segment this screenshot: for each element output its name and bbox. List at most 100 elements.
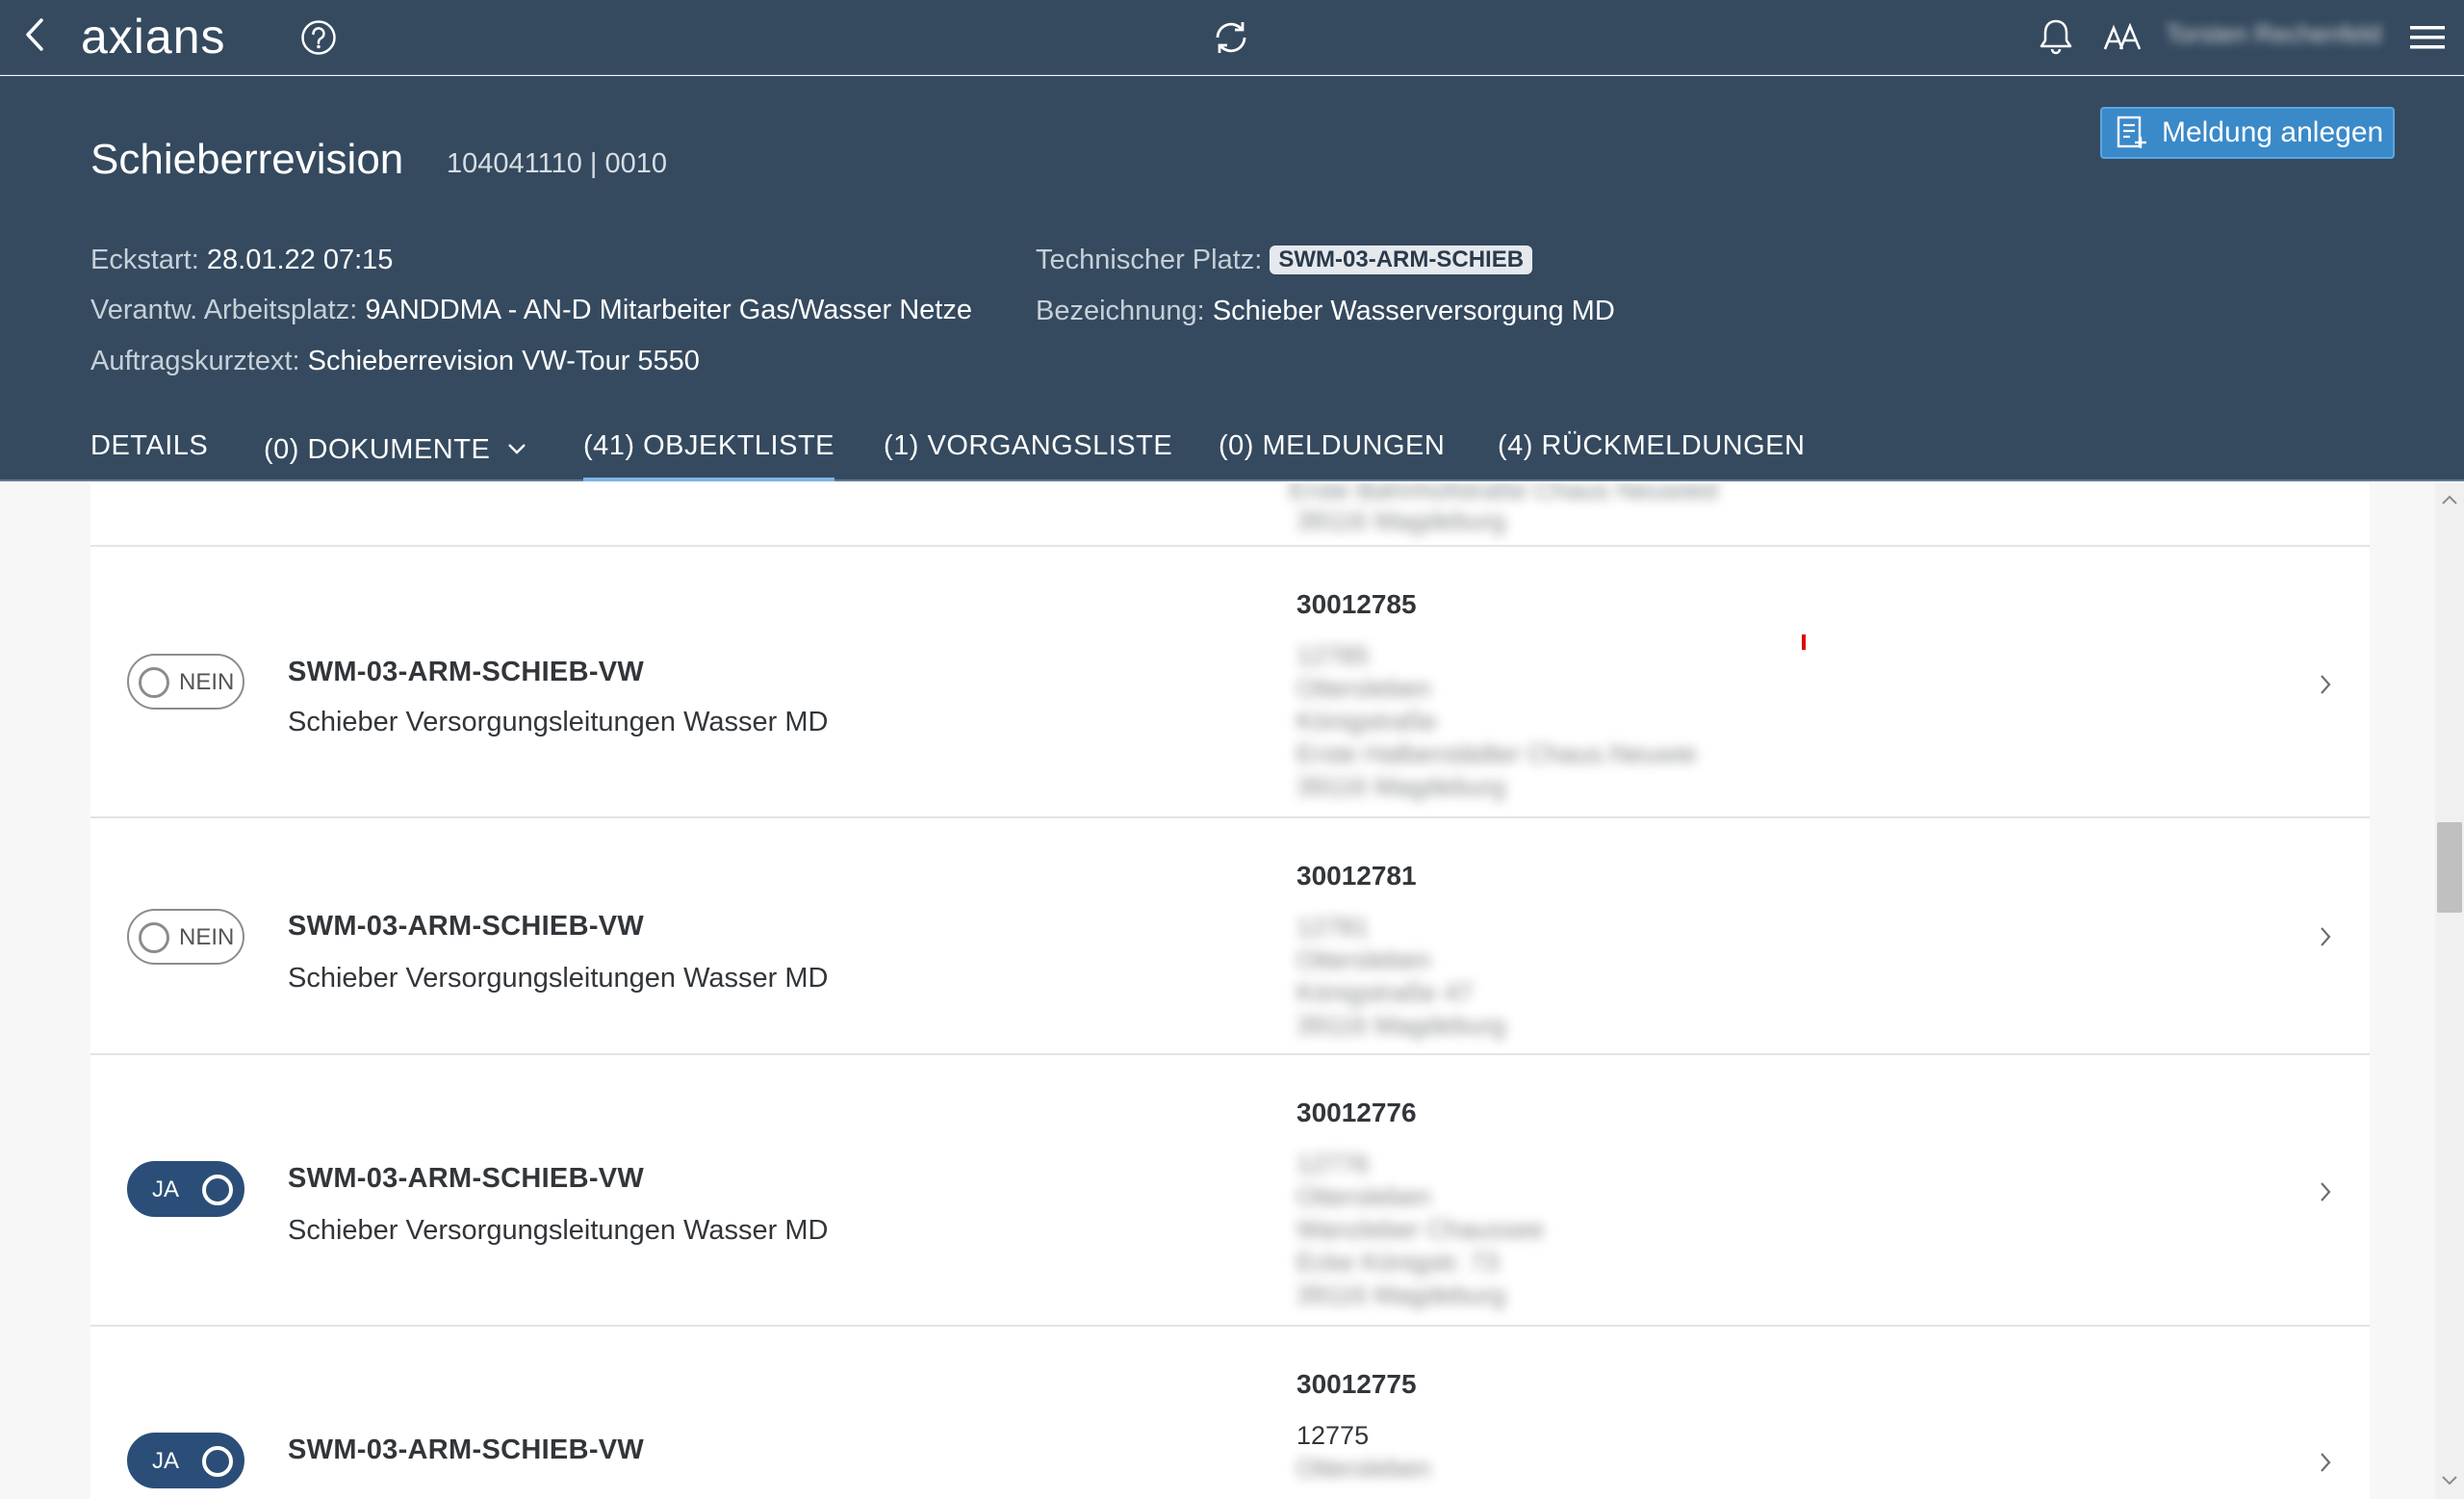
tab-meldungen[interactable]: (0) MELDUNGEN <box>1219 425 1445 481</box>
attr-eckstart-value: 28.01.22 07:15 <box>206 245 394 275</box>
item-description: Schieber Versorgungsleitungen Wasser MD <box>288 1215 829 1246</box>
status-toggle[interactable]: JA <box>127 1161 244 1217</box>
address-line: 39116 Magdeburg <box>1296 506 1506 535</box>
list-item[interactable]: NEIN SWM-03-ARM-SCHIEB-VW Schieber Verso… <box>90 818 2370 1055</box>
create-notification-icon <box>2116 115 2148 151</box>
toggle-label: JA <box>152 1448 180 1474</box>
list-item[interactable]: JA SWM-03-ARM-SCHIEB-VW Schieber Versorg… <box>90 1055 2370 1327</box>
address-line: 39116 Magdeburg <box>1296 772 1506 801</box>
attr-eckstart: Eckstart: 28.01.22 07:15 <box>90 243 393 277</box>
tab-details[interactable]: DETAILS <box>90 425 208 481</box>
shell-bar: axians Torsten Rechenfeld <box>0 0 2464 75</box>
attr-arbeitsplatz-label: Verantw. Arbeitsplatz: <box>90 295 358 325</box>
address-line: Königstraße <box>1296 707 1437 736</box>
attr-tech-platz: Technischer Platz: SWM-03-ARM-SCHIEB <box>1036 243 1533 277</box>
item-number: 30012785 <box>1296 589 1417 619</box>
address-line: Ottersleben <box>1296 945 1431 974</box>
status-toggle[interactable]: NEIN <box>127 909 244 965</box>
address-line: 39116 Magdeburg <box>1296 1280 1506 1309</box>
object-list: Erste Bahnhofstraße Chaus Neuwied 39116 … <box>90 483 2370 1499</box>
scroll-up-icon[interactable] <box>2435 487 2464 512</box>
app-root: axians Torsten Rechenfeld Schieberrevisi… <box>0 0 2464 1499</box>
vertical-scrollbar[interactable] <box>2435 483 2464 1499</box>
list-item-partial[interactable]: Erste Bahnhofstraße Chaus Neuwied 39116 … <box>90 483 2370 547</box>
tab-details-label: DETAILS <box>90 430 209 461</box>
item-description: Schieber Versorgungsleitungen Wasser MD <box>288 707 829 737</box>
item-number: 30012775 <box>1296 1369 1417 1399</box>
sync-icon[interactable] <box>1207 13 1255 62</box>
notification-bell-icon[interactable] <box>2033 13 2079 60</box>
back-arrow-icon[interactable] <box>13 13 56 56</box>
tech-platz-badge[interactable]: SWM-03-ARM-SCHIEB <box>1270 246 1533 274</box>
item-number: 30012776 <box>1296 1098 1417 1127</box>
tab-vorgangsliste-label: (1) VORGANGSLISTE <box>884 430 1173 461</box>
attr-kurztext: Auftragskurztext: Schieberrevision VW-To… <box>90 344 700 378</box>
page-title: Schieberrevision <box>90 136 404 183</box>
toggle-knob <box>139 922 169 953</box>
address-line: 12776 <box>1296 1150 1370 1178</box>
attr-arbeitsplatz: Verantw. Arbeitsplatz: 9ANDDMA - AN-D Mi… <box>90 293 972 327</box>
chevron-right-icon[interactable] <box>2314 670 2337 699</box>
tab-dokumente[interactable]: (0) DOKUMENTE <box>264 425 526 481</box>
item-title: SWM-03-ARM-SCHIEB-VW <box>288 657 645 687</box>
tab-vorgangsliste[interactable]: (1) VORGANGSLISTE <box>884 425 1172 481</box>
tab-meldungen-label: (0) MELDUNGEN <box>1219 430 1446 461</box>
help-icon[interactable] <box>296 15 341 60</box>
chevron-right-icon[interactable] <box>2314 1448 2337 1477</box>
scroll-thumb[interactable] <box>2437 822 2462 913</box>
tab-dokumente-label: (0) DOKUMENTE <box>264 434 491 465</box>
toggle-knob <box>139 667 169 698</box>
create-notification-label: Meldung anlegen <box>2162 116 2384 148</box>
tab-objektliste-label: (41) OBJEKTLISTE <box>583 430 835 461</box>
list-item[interactable]: NEIN SWM-03-ARM-SCHIEB-VW Schieber Verso… <box>90 547 2370 818</box>
attr-kurztext-label: Auftragskurztext: <box>90 346 300 376</box>
attr-bezeichnung-value: Schieber Wasserversorgung MD <box>1212 296 1615 326</box>
attr-eckstart-label: Eckstart: <box>90 245 199 275</box>
tab-rueckmeldungen-label: (4) RÜCKMELDUNGEN <box>1498 430 1806 461</box>
toggle-knob <box>202 1175 233 1205</box>
tab-rueckmeldungen[interactable]: (4) RÜCKMELDUNGEN <box>1498 425 1805 481</box>
chevron-right-icon[interactable] <box>2314 922 2337 951</box>
toggle-label: NEIN <box>179 924 235 950</box>
create-notification-button[interactable]: Meldung anlegen <box>2100 107 2395 159</box>
attr-kurztext-value: Schieberrevision VW-Tour 5550 <box>307 346 700 376</box>
item-title: SWM-03-ARM-SCHIEB-VW <box>288 1163 645 1194</box>
item-title: SWM-03-ARM-SCHIEB-VW <box>288 911 645 942</box>
address-line: 12785 <box>1296 641 1370 670</box>
user-name[interactable]: Torsten Rechenfeld <box>2166 19 2393 54</box>
hamburger-menu-icon[interactable] <box>2402 13 2452 62</box>
attr-arbeitsplatz-value: 9ANDDMA - AN-D Mitarbeiter Gas/Wasser Ne… <box>365 295 972 325</box>
scroll-down-icon[interactable] <box>2435 1468 2464 1493</box>
toggle-label: NEIN <box>179 669 235 695</box>
address-line: 12781 <box>1296 913 1370 942</box>
address-line: Erste Halberstädter Chaus.Neuwie <box>1296 739 1697 768</box>
toggle-label: JA <box>152 1176 180 1202</box>
item-number: 30012781 <box>1296 861 1417 891</box>
status-toggle[interactable]: JA <box>127 1433 244 1488</box>
address-line: Ottersleben <box>1296 1182 1431 1211</box>
item-title: SWM-03-ARM-SCHIEB-VW <box>288 1434 645 1465</box>
status-toggle[interactable]: NEIN <box>127 654 244 710</box>
chevron-right-icon[interactable] <box>2314 1177 2337 1206</box>
text-size-icon[interactable] <box>2098 13 2146 62</box>
cursor-mark <box>1802 634 1806 650</box>
attr-bezeichnung: Bezeichnung: Schieber Wasserversorgung M… <box>1036 294 1615 328</box>
address-line: Erste Bahnhofstraße Chaus Neuwied <box>1289 483 1718 504</box>
order-number: 104041110 | 0010 <box>447 148 668 179</box>
chevron-down-icon[interactable] <box>507 425 526 467</box>
attr-tech-platz-label: Technischer Platz: <box>1036 245 1263 275</box>
address-line: Ecke Königstr. 73 <box>1296 1248 1500 1277</box>
address-line: Königstraße 47 <box>1296 978 1474 1007</box>
list-item[interactable]: JA SWM-03-ARM-SCHIEB-VW 30012775 12775 O… <box>90 1327 2370 1499</box>
address-line: 39116 Magdeburg <box>1296 1011 1506 1040</box>
address-line: Wanzleber Chaussee <box>1296 1215 1545 1244</box>
object-list-area[interactable]: Erste Bahnhofstraße Chaus Neuwied 39116 … <box>0 483 2464 1499</box>
item-description: Schieber Versorgungsleitungen Wasser MD <box>288 963 829 994</box>
tab-objektliste[interactable]: (41) OBJEKTLISTE <box>583 425 835 481</box>
address-line: Ottersleben <box>1296 1454 1431 1483</box>
address-line: Ottersleben <box>1296 674 1431 703</box>
object-header: Schieberrevision 104041110 | 0010 Meldun… <box>0 76 2464 481</box>
logo[interactable]: axians <box>81 8 226 65</box>
address-line: 12775 <box>1296 1421 1370 1450</box>
tab-bar: DETAILS (0) DOKUMENTE (41) OBJEKTLISTE (… <box>0 425 2464 481</box>
